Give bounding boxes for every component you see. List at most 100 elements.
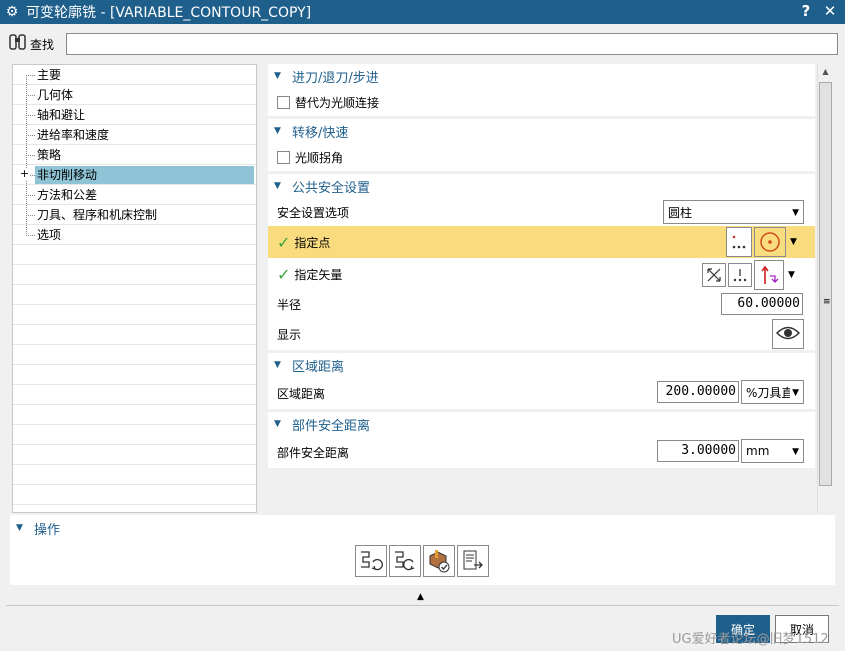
search-input[interactable] xyxy=(66,33,838,55)
operations-section: ▼ 操作 xyxy=(10,515,835,585)
display-row: 显示 xyxy=(268,318,815,350)
tree-connector xyxy=(26,75,35,76)
group-engage-title: 进刀/退刀/步进 xyxy=(292,70,379,86)
smooth-corner-row: 光顺拐角 xyxy=(268,143,815,171)
tree-empty-row xyxy=(13,385,256,405)
part-clearance-input[interactable]: 3.00000 xyxy=(657,440,739,462)
region-distance-row: 区域距离 200.00000 %刀具直 ▼ xyxy=(268,377,815,409)
region-distance-label: 区域距离 xyxy=(277,386,326,401)
region-distance-input[interactable]: 200.00000 xyxy=(657,381,739,403)
display-button[interactable] xyxy=(772,319,804,349)
tree-empty-row xyxy=(13,425,256,445)
specify-vector-label: 指定矢量 xyxy=(294,267,343,282)
safety-option-label: 安全设置选项 xyxy=(277,205,350,220)
grip-icon: ≡ xyxy=(823,297,831,307)
tree-item[interactable]: 选项 xyxy=(13,225,256,245)
panel-scrollbar[interactable]: ▲ ≡ xyxy=(817,64,833,513)
generate-button[interactable] xyxy=(355,545,387,577)
vector-inferred-button[interactable] xyxy=(754,260,784,290)
settings-panel: ▼ 进刀/退刀/步进 替代为光顺连接 ▼ 转移/快速 光顺拐角 ▼ 公共安全设置… xyxy=(268,64,815,513)
scroll-up-icon[interactable]: ▲ xyxy=(818,64,833,80)
scrollbar-thumb[interactable]: ≡ xyxy=(819,82,832,486)
chevron-down-icon[interactable]: ▼ xyxy=(788,270,795,280)
region-unit-value: %刀具直 xyxy=(746,385,794,400)
tree-empty-row xyxy=(13,365,256,385)
tree-item[interactable]: 几何体 xyxy=(13,85,256,105)
tree-item-label: 主要 xyxy=(37,68,62,82)
tree-item[interactable]: 刀具、程序和机床控制 xyxy=(13,205,256,225)
tree-item[interactable]: 策略 xyxy=(13,145,256,165)
group-region: ▼ 区域距离 区域距离 200.00000 %刀具直 ▼ xyxy=(268,353,815,412)
operations-header[interactable]: ▼ 操作 xyxy=(10,515,835,541)
part-clearance-label: 部件安全距离 xyxy=(277,445,350,460)
tree-item-label: 选项 xyxy=(37,228,62,242)
verify-button[interactable] xyxy=(423,545,455,577)
group-region-title: 区域距离 xyxy=(292,359,345,375)
group-engage-header[interactable]: ▼ 进刀/退刀/步进 xyxy=(268,64,815,88)
tree-connector xyxy=(26,235,35,236)
tree-item-label: 轴和避让 xyxy=(37,108,86,122)
smooth-corner-checkbox[interactable] xyxy=(277,150,290,164)
group-safety-header[interactable]: ▼ 公共安全设置 xyxy=(268,174,815,198)
radius-label: 半径 xyxy=(277,297,302,312)
tree-empty-row xyxy=(13,325,256,345)
chevron-down-icon: ▼ xyxy=(792,208,799,218)
safety-option-select[interactable]: 圆柱 ▼ xyxy=(663,200,804,224)
group-transfer-header[interactable]: ▼ 转移/快速 xyxy=(268,119,815,143)
collapse-caret-icon: ▼ xyxy=(274,71,281,81)
radius-input[interactable]: 60.00000 xyxy=(721,293,803,315)
tree-empty-row xyxy=(13,305,256,325)
replay-button[interactable] xyxy=(389,545,421,577)
radius-row: 半径 60.00000 xyxy=(268,290,815,318)
tree-connector xyxy=(26,115,35,116)
part-unit-select[interactable]: mm ▼ xyxy=(741,439,804,463)
chevron-down-icon[interactable]: ▼ xyxy=(790,237,797,247)
tree-item-label: 非切削移动 xyxy=(35,166,254,184)
tree-item[interactable]: 方法和公差 xyxy=(13,185,256,205)
tree-connector xyxy=(26,215,35,216)
collapse-caret-icon: ▼ xyxy=(274,181,281,191)
specify-point-row[interactable]: ✓ 指定点 ▼ xyxy=(268,226,815,258)
help-button[interactable]: ? xyxy=(797,2,815,20)
collapse-caret-icon: ▼ xyxy=(274,419,281,429)
expand-icon[interactable]: + xyxy=(19,168,30,180)
tree-empty-row xyxy=(13,265,256,285)
tree-item[interactable]: 主要 xyxy=(13,65,256,85)
point-dialog-button[interactable] xyxy=(726,227,752,257)
tree-item-label: 策略 xyxy=(37,148,62,162)
tree-item[interactable]: 轴和避让 xyxy=(13,105,256,125)
tree-item[interactable]: 进给率和速度 xyxy=(13,125,256,145)
region-unit-select[interactable]: %刀具直 ▼ xyxy=(741,380,804,404)
checkmark-icon: ✓ xyxy=(277,232,291,252)
tree-item[interactable]: + 非切削移动 xyxy=(13,165,256,185)
list-button[interactable] xyxy=(457,545,489,577)
navigation-tree: 主要几何体轴和避让进给率和速度策略 + 非切削移动方法和公差刀具、程序和机床控制 选项 xyxy=(12,64,257,513)
tree-connector xyxy=(26,95,35,96)
tree-empty-row xyxy=(13,405,256,425)
smooth-connection-checkbox[interactable] xyxy=(277,95,290,109)
group-safety-title: 公共安全设置 xyxy=(292,180,371,196)
tree-empty-row xyxy=(13,485,256,505)
close-button[interactable]: ✕ xyxy=(821,2,839,20)
specify-vector-row: ✓ 指定矢量 ▼ xyxy=(268,258,815,290)
search-row: 查找 xyxy=(8,31,838,57)
chevron-down-icon: ▼ xyxy=(792,447,799,457)
reverse-direction-button[interactable] xyxy=(702,263,726,287)
divider xyxy=(6,605,839,606)
group-transfer: ▼ 转移/快速 光顺拐角 xyxy=(268,119,815,174)
tree-item-label: 方法和公差 xyxy=(37,188,98,202)
tree-empty-row xyxy=(13,245,256,265)
group-part-header[interactable]: ▼ 部件安全距离 xyxy=(268,412,815,436)
group-part: ▼ 部件安全距离 部件安全距离 3.00000 mm ▼ xyxy=(268,412,815,471)
group-region-header[interactable]: ▼ 区域距离 xyxy=(268,353,815,377)
smooth-corner-label: 光顺拐角 xyxy=(295,150,344,165)
tree-item-label: 刀具、程序和机床控制 xyxy=(37,208,158,222)
collapse-up-icon[interactable]: ▲ xyxy=(417,592,424,602)
group-engage: ▼ 进刀/退刀/步进 替代为光顺连接 xyxy=(268,64,815,119)
point-inferred-button[interactable] xyxy=(754,227,786,257)
vector-dialog-button[interactable] xyxy=(728,263,752,287)
collapse-caret-icon: ▼ xyxy=(274,126,281,136)
smooth-connection-row: 替代为光顺连接 xyxy=(268,88,815,116)
tree-empty-row xyxy=(13,345,256,365)
group-safety: ▼ 公共安全设置 安全设置选项 圆柱 ▼ ✓ 指定点 ▼ ✓ 指定矢量 ▼ 半径… xyxy=(268,174,815,353)
